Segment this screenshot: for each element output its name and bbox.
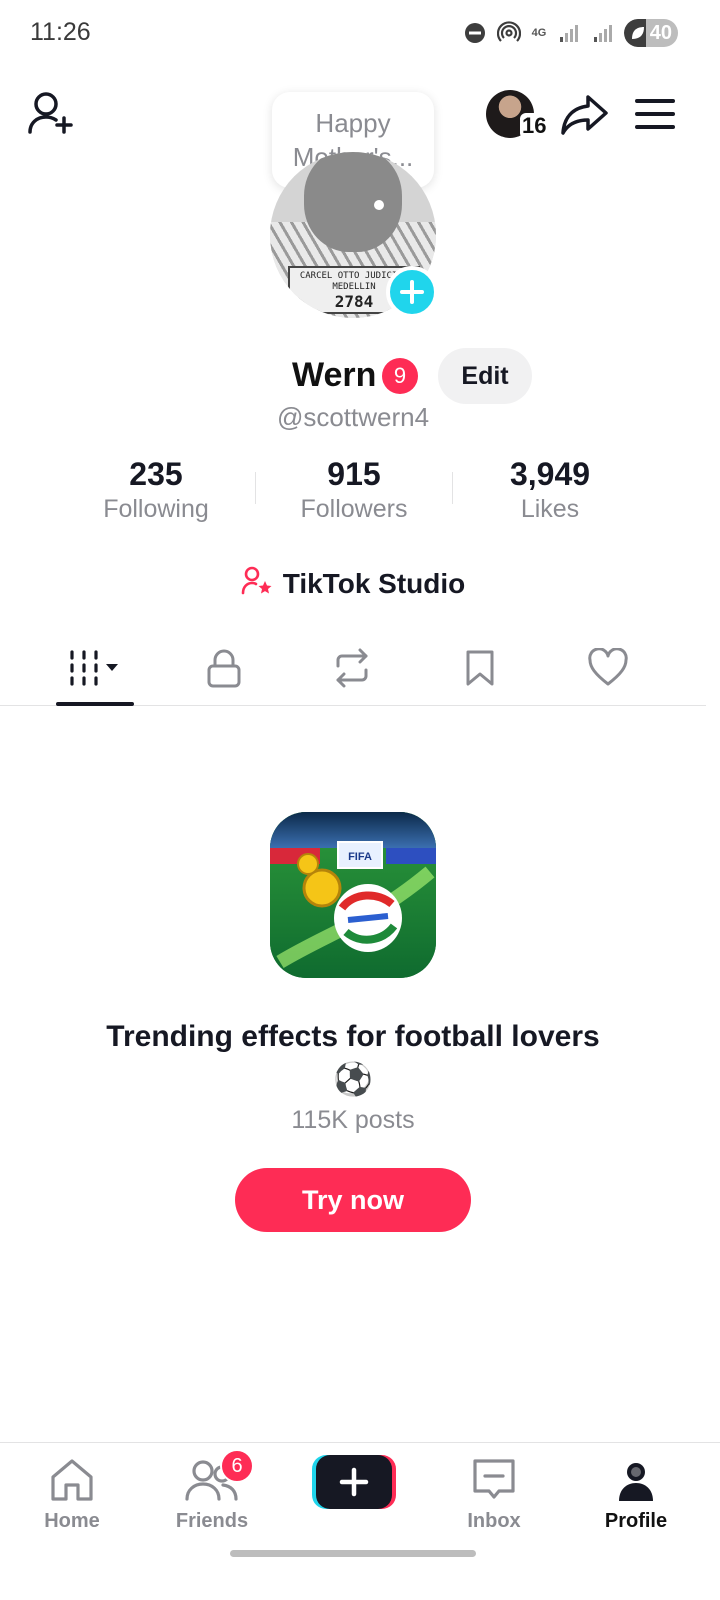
- stat-label: Followers: [300, 495, 408, 523]
- stat-value: 235: [129, 456, 183, 492]
- leaf-icon: [630, 25, 646, 46]
- battery-indicator: 40: [624, 19, 678, 47]
- creator-star-icon: [241, 566, 273, 601]
- bookmark-icon: [466, 650, 494, 686]
- lock-icon: [207, 649, 241, 688]
- add-story-button[interactable]: [386, 266, 438, 318]
- plus-icon: [400, 280, 424, 304]
- heart-icon: [588, 648, 628, 686]
- menu-button[interactable]: [634, 96, 676, 132]
- tab-private[interactable]: [176, 630, 272, 706]
- stat-following[interactable]: 235 Following: [56, 456, 256, 524]
- football-effect-image[interactable]: FIFA: [270, 812, 436, 978]
- profile-avatar-icon: [619, 1463, 653, 1501]
- tab-liked[interactable]: [560, 630, 656, 706]
- network-type-label: 4G: [531, 27, 547, 39]
- note-tail-dot: [374, 200, 384, 210]
- username: @scottwern4: [276, 402, 430, 432]
- tiktok-studio-link[interactable]: TikTok Studio: [0, 566, 706, 601]
- avatar-face: [304, 152, 402, 252]
- friends-badge: 6: [220, 1449, 254, 1483]
- nav-friends[interactable]: Friends: [152, 1457, 272, 1533]
- promo-image-label: FIFA: [348, 851, 372, 863]
- add-friend-button[interactable]: [26, 90, 78, 138]
- try-now-button[interactable]: Try now: [235, 1168, 471, 1232]
- profile-tabs: [0, 630, 706, 706]
- studio-label: TikTok Studio: [282, 567, 466, 599]
- active-tab-indicator: [56, 702, 134, 706]
- nav-home[interactable]: Home: [12, 1457, 132, 1533]
- nav-label-inbox: Inbox: [467, 1510, 521, 1532]
- nav-inbox[interactable]: Inbox: [434, 1457, 554, 1533]
- nav-label-profile: Profile: [604, 1510, 668, 1532]
- battery-level: 40: [649, 21, 672, 44]
- home-icon: [51, 1459, 93, 1501]
- promo-title: Trending effects for football lovers: [106, 1020, 600, 1053]
- tab-videos[interactable]: [48, 630, 144, 706]
- share-button[interactable]: [560, 92, 610, 138]
- promo-post-count: 115K posts: [291, 1106, 415, 1134]
- signal-icon-2: [590, 20, 616, 46]
- football-effect-icon: FIFA: [270, 812, 436, 978]
- nav-profile[interactable]: Profile: [576, 1457, 696, 1533]
- nav-label-friends: Friends: [175, 1510, 249, 1532]
- stat-value: 3,949: [509, 456, 591, 492]
- dnd-icon: [462, 20, 488, 46]
- status-time: 11:26: [30, 18, 91, 46]
- home-indicator: [230, 1550, 476, 1557]
- status-icons: 4G 40: [462, 18, 678, 48]
- status-bar: 11:26 4G 40: [0, 0, 720, 66]
- create-button[interactable]: [312, 1455, 396, 1509]
- videos-grid-icon: [70, 650, 118, 686]
- repost-icon: [336, 648, 368, 688]
- tab-favorites[interactable]: [432, 630, 528, 706]
- create-plus-icon: [312, 1455, 396, 1509]
- tab-reposts[interactable]: [304, 630, 400, 706]
- stat-value: 915: [327, 456, 381, 492]
- bottom-nav: Home Friends 6 Inbox Profile: [0, 1442, 720, 1600]
- name-badge[interactable]: 9: [382, 358, 418, 394]
- stat-label: Following: [103, 495, 209, 523]
- story-count: 16: [520, 113, 549, 139]
- profile-avatar[interactable]: CARCEL OTTO JUDICIAL MEDELLIN 2784: [270, 152, 438, 318]
- football-emoji: ⚽: [333, 1061, 373, 1097]
- nav-label-home: Home: [44, 1510, 100, 1532]
- signal-icon-1: [556, 20, 582, 46]
- stat-label: Likes: [520, 495, 580, 523]
- inbox-icon: [473, 1459, 515, 1499]
- edit-profile-button[interactable]: Edit: [438, 348, 532, 404]
- hotspot-icon: [496, 20, 522, 46]
- display-name: Wern: [292, 356, 377, 394]
- stat-followers[interactable]: 915 Followers: [254, 456, 454, 524]
- stat-likes[interactable]: 3,949 Likes: [450, 456, 650, 524]
